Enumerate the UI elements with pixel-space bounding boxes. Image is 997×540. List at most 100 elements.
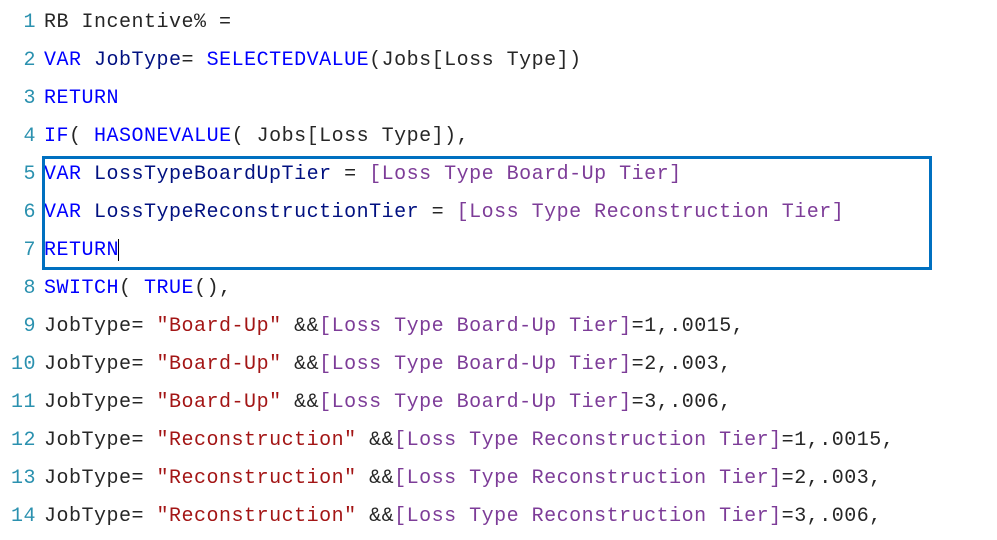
number-literal: 3 — [644, 391, 657, 414]
comma: , — [657, 391, 670, 414]
code-line-9: 9 JobType= "Board-Up" &&[Loss Type Board… — [8, 308, 989, 346]
comma: , — [869, 467, 882, 490]
comma: , — [657, 353, 670, 376]
code-editor: 1 RB Incentive% = 2 VAR JobType= SELECTE… — [8, 4, 989, 536]
string-literal: "Reconstruction" — [157, 429, 357, 452]
operator-equals: = — [132, 353, 145, 376]
line-number: 5 — [8, 156, 36, 194]
keyword-var: VAR — [44, 49, 82, 72]
line-content: RB Incentive% = — [44, 4, 989, 42]
function-name: SELECTEDVALUE — [207, 49, 370, 72]
operator-equals: = — [132, 315, 145, 338]
line-number: 4 — [8, 118, 36, 156]
identifier: JobType — [44, 391, 132, 414]
line-content: JobType= "Board-Up" &&[Loss Type Board-U… — [44, 308, 989, 346]
comma: , — [807, 505, 820, 528]
line-content: JobType= "Reconstruction" &&[Loss Type R… — [44, 460, 989, 498]
line-number: 8 — [8, 270, 36, 308]
string-literal: "Board-Up" — [157, 391, 282, 414]
measure-ref: [Loss Type Reconstruction Tier] — [394, 505, 782, 528]
paren-open: ( — [369, 49, 382, 72]
line-number: 2 — [8, 42, 36, 80]
operator-equals: = — [632, 315, 645, 338]
var-name: JobType — [94, 49, 182, 72]
operator-equals: = — [132, 429, 145, 452]
operator-equals: = — [632, 353, 645, 376]
code-line-6: 6 VAR LossTypeReconstructionTier = [Loss… — [8, 194, 989, 232]
comma: , — [719, 353, 732, 376]
paren-close: ) — [569, 49, 582, 72]
operator-and: && — [294, 391, 319, 414]
line-content: RETURN — [44, 232, 989, 270]
line-number: 13 — [8, 460, 36, 498]
keyword-var: VAR — [44, 163, 82, 186]
number-literal: 2 — [644, 353, 657, 376]
operator-and: && — [369, 467, 394, 490]
identifier: RB Incentive% — [44, 11, 207, 34]
code-line-12: 12 JobType= "Reconstruction" &&[Loss Typ… — [8, 422, 989, 460]
operator-and: && — [369, 429, 394, 452]
line-content: VAR LossTypeBoardUpTier = [Loss Type Boa… — [44, 156, 989, 194]
line-number: 7 — [8, 232, 36, 270]
number-literal: 3 — [794, 505, 807, 528]
code-line-5: 5 VAR LossTypeBoardUpTier = [Loss Type B… — [8, 156, 989, 194]
code-line-13: 13 JobType= "Reconstruction" &&[Loss Typ… — [8, 460, 989, 498]
function-name: HASONEVALUE — [94, 125, 232, 148]
paren-open: ( — [119, 277, 132, 300]
line-number: 9 — [8, 308, 36, 346]
operator-equals: = — [632, 391, 645, 414]
string-literal: "Reconstruction" — [157, 467, 357, 490]
number-literal: .0015 — [669, 315, 732, 338]
line-content: VAR LossTypeReconstructionTier = [Loss T… — [44, 194, 989, 232]
operator-equals: = — [782, 505, 795, 528]
operator-equals: = — [344, 163, 357, 186]
code-line-10: 10 JobType= "Board-Up" &&[Loss Type Boar… — [8, 346, 989, 384]
paren-open: ( — [69, 125, 82, 148]
operator-equals: = — [782, 467, 795, 490]
comma: , — [882, 429, 895, 452]
comma: , — [219, 277, 232, 300]
number-literal: 1 — [794, 429, 807, 452]
identifier: JobType — [44, 467, 132, 490]
code-line-3: 3 RETURN — [8, 80, 989, 118]
code-line-7: 7 RETURN — [8, 232, 989, 270]
operator-and: && — [369, 505, 394, 528]
number-literal: .003 — [819, 467, 869, 490]
comma: , — [457, 125, 470, 148]
measure-ref: [Loss Type Board-Up Tier] — [369, 163, 682, 186]
operator-equals: = — [182, 49, 195, 72]
measure-ref: [Loss Type Board-Up Tier] — [319, 315, 632, 338]
measure-ref: [Loss Type Reconstruction Tier] — [457, 201, 845, 224]
parens: () — [194, 277, 219, 300]
line-number: 3 — [8, 80, 36, 118]
keyword-var: VAR — [44, 201, 82, 224]
line-number: 10 — [8, 346, 36, 384]
operator-equals: = — [132, 391, 145, 414]
comma: , — [869, 505, 882, 528]
number-literal: .0015 — [819, 429, 882, 452]
keyword-if: IF — [44, 125, 69, 148]
operator-equals: = — [432, 201, 445, 224]
code-line-14: 14 JobType= "Reconstruction" &&[Loss Typ… — [8, 498, 989, 536]
comma: , — [732, 315, 745, 338]
measure-ref: [Loss Type Board-Up Tier] — [319, 353, 632, 376]
string-literal: "Board-Up" — [157, 353, 282, 376]
line-content: JobType= "Reconstruction" &&[Loss Type R… — [44, 422, 989, 460]
number-literal: 2 — [794, 467, 807, 490]
measure-ref: [Loss Type Board-Up Tier] — [319, 391, 632, 414]
operator-equals: = — [132, 505, 145, 528]
var-name: LossTypeReconstructionTier — [94, 201, 419, 224]
keyword-return: RETURN — [44, 239, 119, 262]
number-literal: .006 — [669, 391, 719, 414]
number-literal: .006 — [819, 505, 869, 528]
identifier: JobType — [44, 429, 132, 452]
keyword-return: RETURN — [44, 87, 119, 110]
string-literal: "Board-Up" — [157, 315, 282, 338]
keyword-true: TRUE — [144, 277, 194, 300]
line-content: VAR JobType= SELECTEDVALUE(Jobs[Loss Typ… — [44, 42, 989, 80]
function-name: SWITCH — [44, 277, 119, 300]
code-line-11: 11 JobType= "Board-Up" &&[Loss Type Boar… — [8, 384, 989, 422]
paren-close: ) — [444, 125, 457, 148]
comma: , — [807, 429, 820, 452]
number-literal: 1 — [644, 315, 657, 338]
